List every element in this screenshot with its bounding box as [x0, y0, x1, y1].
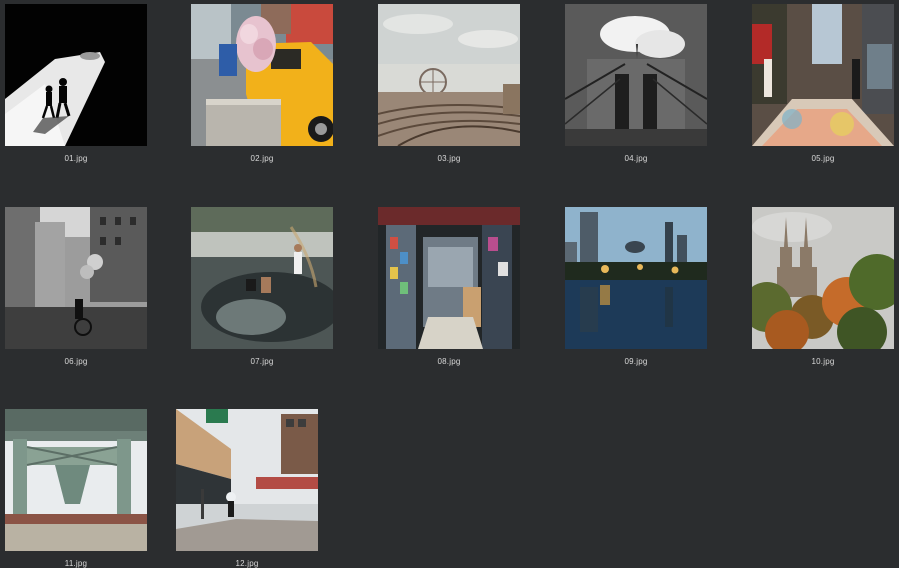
file-name: 09.jpg — [624, 357, 648, 366]
photo-city-street-bw-icon[interactable] — [5, 207, 147, 349]
file-tile-05[interactable]: 05.jpg — [752, 4, 894, 163]
photo-water-play-icon[interactable] — [191, 207, 333, 349]
file-tile-04[interactable]: 04.jpg — [565, 4, 707, 163]
file-name: 07.jpg — [250, 357, 274, 366]
file-name: 11.jpg — [64, 559, 88, 568]
file-tile-11[interactable]: 11.jpg — [5, 409, 147, 568]
photo-rail-yard-icon[interactable] — [378, 4, 520, 146]
file-name: 02.jpg — [250, 154, 274, 163]
file-tile-06[interactable]: 06.jpg — [5, 207, 147, 366]
file-tile-07[interactable]: 07.jpg — [191, 207, 333, 366]
file-name: 03.jpg — [437, 154, 461, 163]
file-name: 05.jpg — [811, 154, 835, 163]
file-name: 01.jpg — [64, 154, 88, 163]
photo-snowy-street-icon[interactable] — [176, 409, 318, 551]
photo-market-stall-icon[interactable] — [378, 207, 520, 349]
file-name: 12.jpg — [235, 559, 259, 568]
photo-silhouettes-light-icon[interactable] — [5, 4, 147, 146]
file-tile-12[interactable]: 12.jpg — [176, 409, 318, 568]
file-tile-02[interactable]: 02.jpg — [191, 4, 333, 163]
file-tile-09[interactable]: 09.jpg — [565, 207, 707, 366]
file-tile-03[interactable]: 03.jpg — [378, 4, 520, 163]
photo-brooklyn-bridge-icon[interactable] — [565, 4, 707, 146]
file-name: 04.jpg — [624, 154, 648, 163]
file-name: 06.jpg — [64, 357, 88, 366]
photo-bridge-underside-icon[interactable] — [5, 409, 147, 551]
photo-towers-autumn-icon[interactable] — [752, 207, 894, 349]
file-tile-01[interactable]: 01.jpg — [5, 4, 147, 163]
file-tile-08[interactable]: 08.jpg — [378, 207, 520, 366]
file-name: 10.jpg — [811, 357, 835, 366]
photo-skyline-reflection-icon[interactable] — [565, 207, 707, 349]
file-tile-10[interactable]: 10.jpg — [752, 207, 894, 366]
photo-yellow-taxi-icon[interactable] — [191, 4, 333, 146]
file-name: 08.jpg — [437, 357, 461, 366]
photo-graffiti-street-icon[interactable] — [752, 4, 894, 146]
